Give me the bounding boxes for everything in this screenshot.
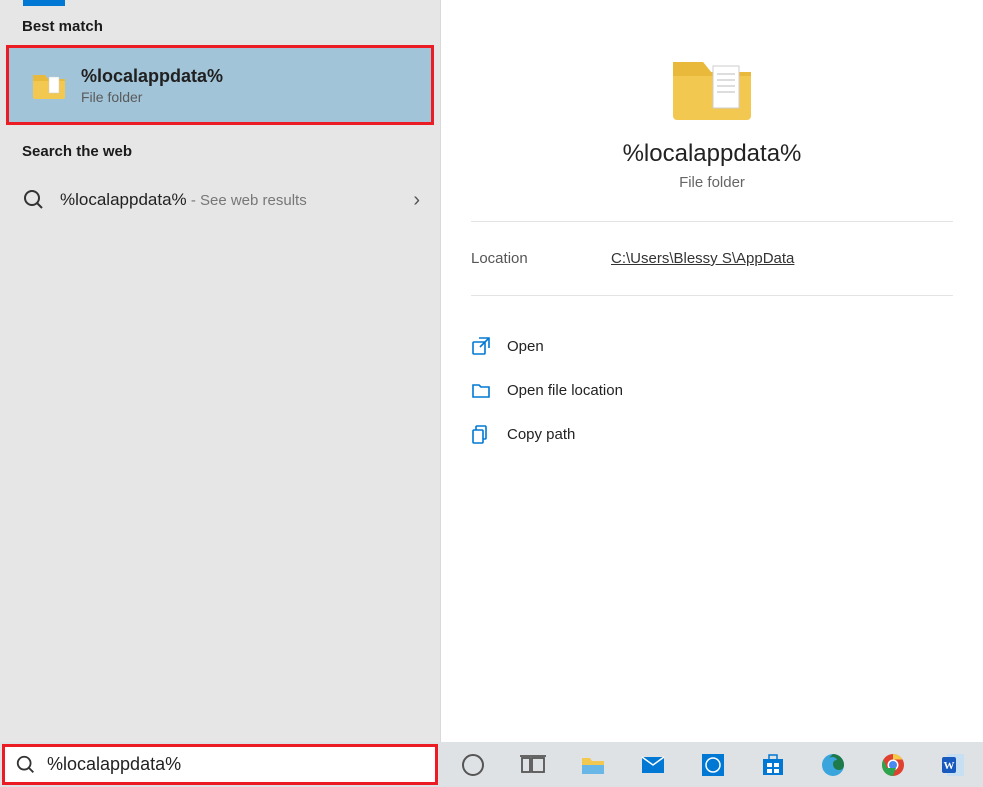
action-list: Open Open file location Copy path [471, 324, 953, 456]
detail-title: %localappdata% [471, 140, 953, 168]
action-open-location-label: Open file location [507, 382, 623, 399]
web-result-item[interactable]: %localappdata% - See web results › [0, 170, 440, 230]
action-copy-path-label: Copy path [507, 426, 575, 443]
location-path-link[interactable]: C:\Users\Blessy S\AppData [611, 250, 794, 267]
task-view-icon[interactable] [510, 742, 556, 787]
search-icon [15, 754, 37, 776]
best-match-heading: Best match [0, 0, 440, 45]
action-copy-path[interactable]: Copy path [471, 412, 953, 456]
action-open[interactable]: Open [471, 324, 953, 368]
location-label: Location [471, 250, 611, 267]
web-result-hint: - See web results [187, 192, 307, 209]
folder-location-icon [471, 380, 491, 400]
results-left-column: Best match %localappdata% File folder Se… [0, 0, 440, 742]
result-subtitle: File folder [81, 89, 223, 105]
chevron-right-icon: › [413, 189, 420, 212]
taskbar: W [0, 742, 983, 787]
result-text-group: %localappdata% File folder [81, 66, 223, 105]
action-open-label: Open [507, 338, 544, 355]
best-match-result[interactable]: %localappdata% File folder [6, 45, 434, 125]
search-icon [22, 188, 46, 212]
cortana-icon[interactable] [450, 742, 496, 787]
mail-icon[interactable] [630, 742, 676, 787]
dell-app-icon[interactable] [690, 742, 736, 787]
file-explorer-icon[interactable] [570, 742, 616, 787]
open-icon [471, 336, 491, 356]
taskbar-search-box[interactable] [2, 744, 438, 785]
action-open-file-location[interactable]: Open file location [471, 368, 953, 412]
taskbar-icons: W [442, 742, 976, 787]
search-input[interactable] [47, 754, 425, 775]
detail-hero: %localappdata% File folder [471, 0, 953, 222]
result-title: %localappdata% [81, 66, 223, 87]
word-icon[interactable]: W [930, 742, 976, 787]
chrome-icon[interactable] [870, 742, 916, 787]
svg-text:W: W [944, 760, 955, 772]
folder-icon [667, 40, 757, 130]
copy-icon [471, 424, 491, 444]
detail-pane: %localappdata% File folder Location C:\U… [440, 0, 983, 742]
search-results-panel: Best match %localappdata% File folder Se… [0, 0, 983, 742]
location-row: Location C:\Users\Blessy S\AppData [471, 250, 953, 296]
detail-subtitle: File folder [471, 174, 953, 191]
search-web-heading: Search the web [0, 125, 440, 170]
web-result-text: %localappdata% - See web results [60, 190, 307, 210]
edge-icon[interactable] [810, 742, 856, 787]
folder-icon [31, 67, 67, 103]
microsoft-store-icon[interactable] [750, 742, 796, 787]
tab-indicator [23, 0, 65, 6]
web-result-query: %localappdata% [60, 190, 187, 209]
